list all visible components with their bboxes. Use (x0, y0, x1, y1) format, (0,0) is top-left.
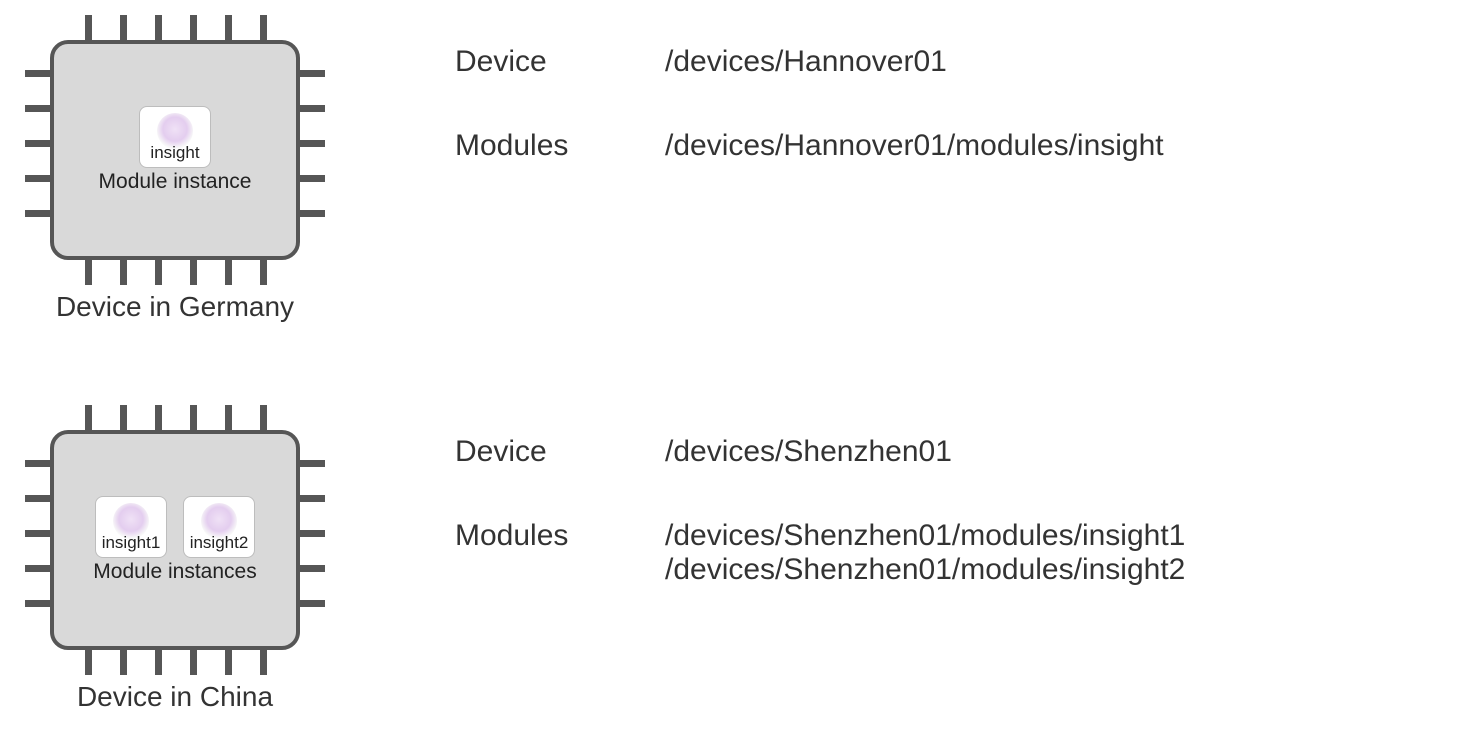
chip-pin (120, 15, 127, 41)
chip-pin (25, 460, 51, 467)
info-row-device: Device /devices/Hannover01 (455, 45, 1164, 79)
module-caption: Module instance (99, 170, 252, 194)
chip-pin (299, 600, 325, 607)
modules-paths: /devices/Shenzhen01/modules/insight1 /de… (665, 519, 1185, 587)
module-label: insight2 (190, 533, 249, 553)
info-row-modules: Modules /devices/Hannover01/modules/insi… (455, 129, 1164, 163)
device-path: /devices/Hannover01 (665, 45, 947, 79)
chip-pin (120, 405, 127, 431)
chip-pin (155, 259, 162, 285)
chip-pin (190, 15, 197, 41)
chip-pin (155, 15, 162, 41)
chip-pin (299, 70, 325, 77)
chip-pin (190, 405, 197, 431)
chip-pin (299, 530, 325, 537)
chip-pin (225, 259, 232, 285)
chip-pin (85, 649, 92, 675)
chip-pin (25, 565, 51, 572)
chip-pin (260, 405, 267, 431)
chip-pin (190, 649, 197, 675)
chip-germany: insight Module instance (25, 15, 325, 285)
module-caption: Module instances (93, 560, 256, 584)
chip-pin (299, 210, 325, 217)
chip-caption-germany: Device in Germany (56, 291, 294, 323)
chip-pin (25, 600, 51, 607)
device-path: /devices/Shenzhen01 (665, 435, 952, 469)
chip-pin (190, 259, 197, 285)
module-row: insight (139, 106, 211, 168)
chip-pin (155, 405, 162, 431)
chip-body: insight1 insight2 Module instances (50, 430, 300, 650)
chip-pin (225, 649, 232, 675)
modules-paths: /devices/Hannover01/modules/insight (665, 129, 1164, 163)
chip-pin (299, 495, 325, 502)
device-china-section: insight1 insight2 Module instances (25, 405, 1185, 713)
chip-pin (260, 15, 267, 41)
chip-pin (85, 259, 92, 285)
info-block-germany: Device /devices/Hannover01 Modules /devi… (455, 45, 1164, 163)
chip-caption-china: Device in China (77, 681, 273, 713)
chip-pin (25, 495, 51, 502)
modules-label: Modules (455, 519, 665, 553)
device-label: Device (455, 45, 665, 79)
module-row: insight1 insight2 (95, 496, 255, 558)
chip-body: insight Module instance (50, 40, 300, 260)
chip-pin (25, 175, 51, 182)
chip-pin (85, 405, 92, 431)
chip-pin (299, 140, 325, 147)
chip-pin (260, 649, 267, 675)
info-row-modules: Modules /devices/Shenzhen01/modules/insi… (455, 519, 1185, 587)
module-label: insight1 (102, 533, 161, 553)
chip-pin (25, 70, 51, 77)
chip-pin (225, 405, 232, 431)
module-insight: insight (139, 106, 211, 168)
chip-pin (25, 530, 51, 537)
chip-pin (225, 15, 232, 41)
chip-pin (25, 210, 51, 217)
chip-pin (120, 649, 127, 675)
module-insight2: insight2 (183, 496, 255, 558)
info-block-china: Device /devices/Shenzhen01 Modules /devi… (455, 435, 1185, 587)
info-row-device: Device /devices/Shenzhen01 (455, 435, 1185, 469)
chip-pin (299, 105, 325, 112)
device-germany-section: insight Module instance (25, 15, 1164, 323)
module-insight1: insight1 (95, 496, 167, 558)
module-label: insight (150, 143, 199, 163)
chip-pin (299, 565, 325, 572)
chip-germany-wrapper: insight Module instance (25, 15, 325, 323)
chip-pin (260, 259, 267, 285)
device-label: Device (455, 435, 665, 469)
chip-pin (299, 175, 325, 182)
chip-china: insight1 insight2 Module instances (25, 405, 325, 675)
chip-pin (25, 105, 51, 112)
chip-pin (299, 460, 325, 467)
chip-pin (155, 649, 162, 675)
chip-pin (120, 259, 127, 285)
modules-label: Modules (455, 129, 665, 163)
chip-china-wrapper: insight1 insight2 Module instances (25, 405, 325, 713)
chip-pin (25, 140, 51, 147)
chip-pin (85, 15, 92, 41)
